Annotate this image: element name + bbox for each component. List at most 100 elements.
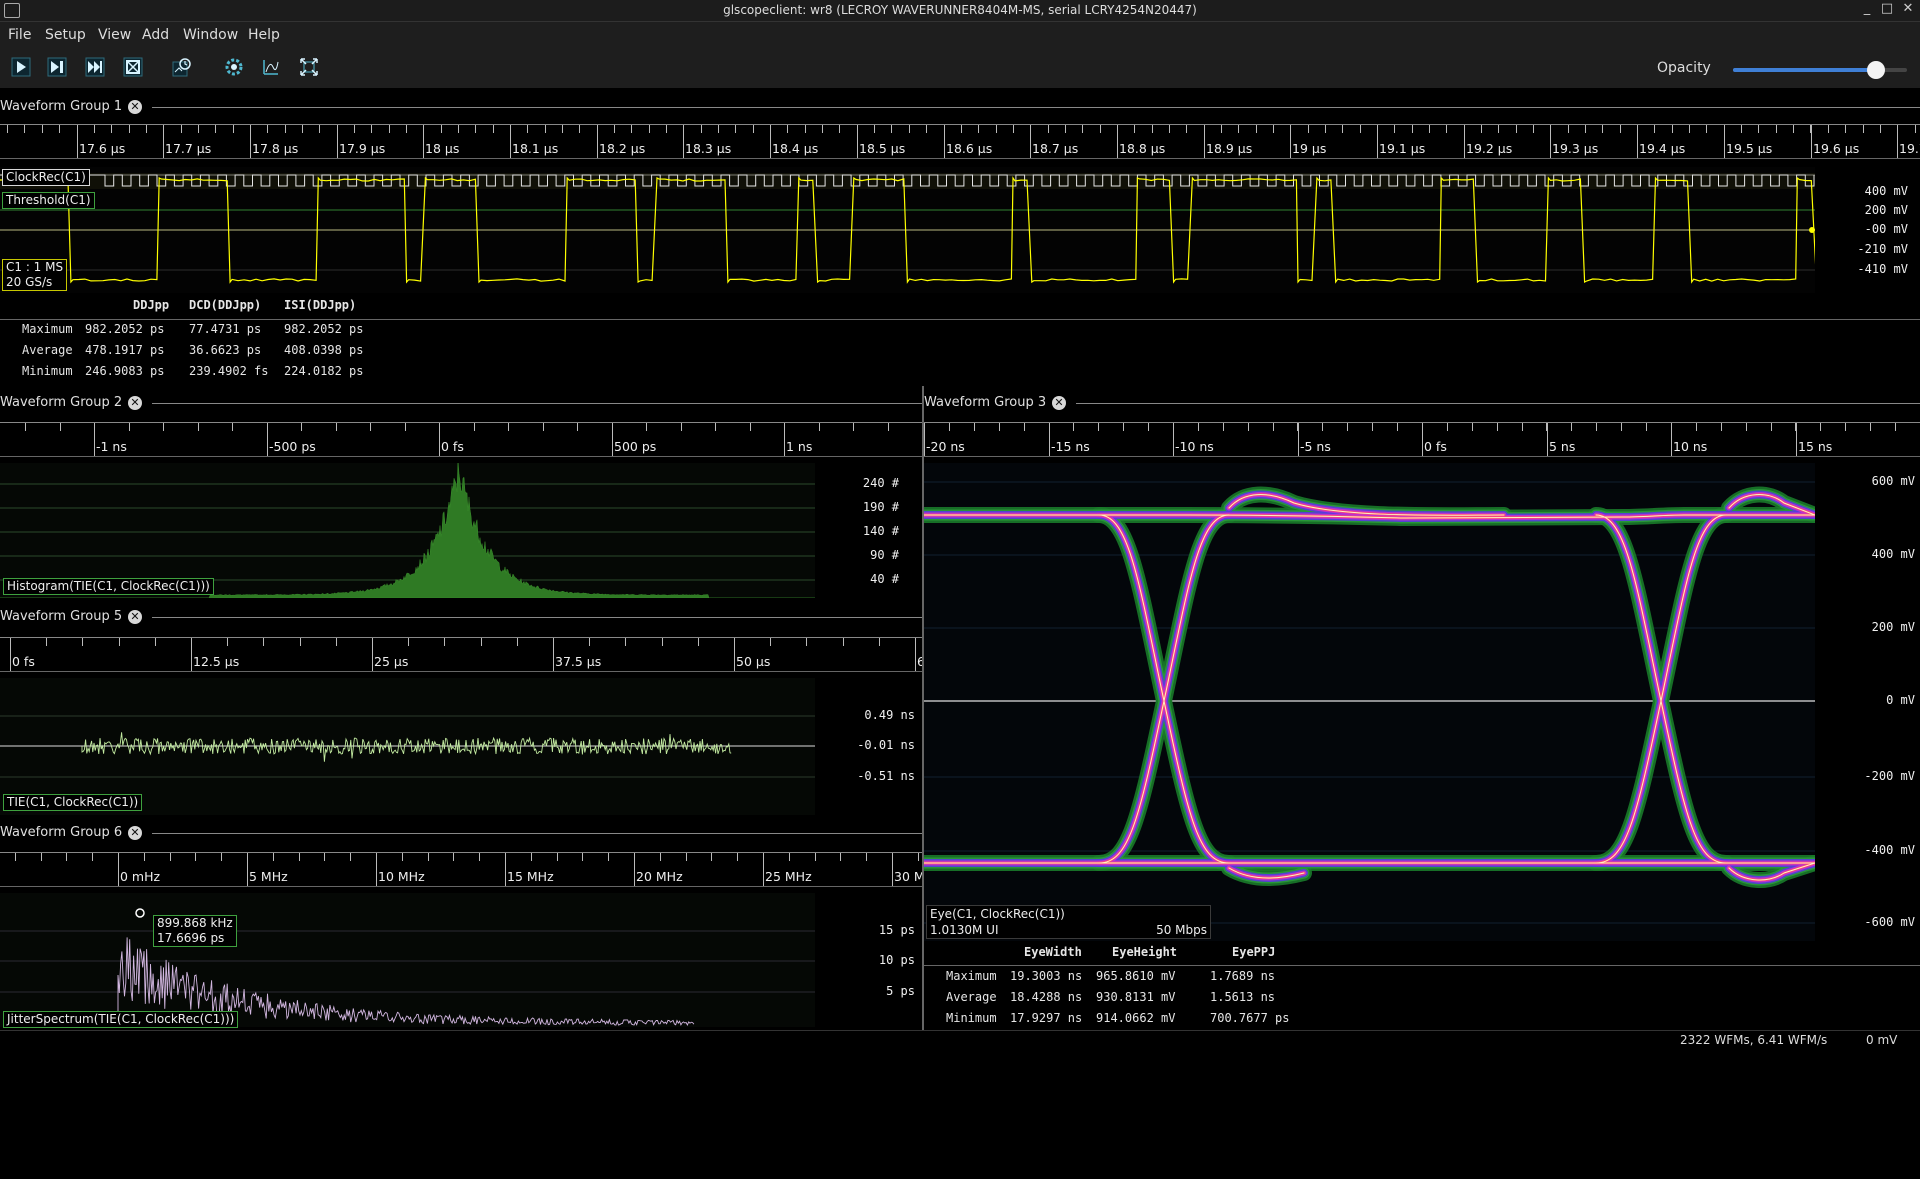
timeline-label: 15 MHz xyxy=(507,869,554,884)
eye-tag[interactable]: Eye(C1, ClockRec(C1)) 1.0130M UI 50 Mbps xyxy=(926,905,1211,939)
threshold-tag[interactable]: Threshold(C1) xyxy=(2,192,95,209)
timeline-major-tick xyxy=(944,125,945,158)
fullscreen-icon[interactable] xyxy=(297,55,321,79)
timeline-tick xyxy=(300,638,301,646)
timeline-group-2[interactable]: -1 ns -500 ps 0 fs 500 ps 1 ns xyxy=(0,422,922,457)
spectrum-area[interactable] xyxy=(0,893,815,1027)
y-axis-group-2[interactable]: 240 # 190 # 140 # 90 # 40 # xyxy=(815,463,922,598)
row-label: Average xyxy=(946,990,997,1004)
measurement-value: 700.7677 ps xyxy=(1210,1011,1290,1025)
timeline-tick xyxy=(750,423,751,431)
divider xyxy=(152,617,922,618)
close-group-icon[interactable]: ✕ xyxy=(128,100,142,114)
timeline-tick xyxy=(408,638,409,646)
timeline-tick xyxy=(625,638,626,646)
timeline-tick xyxy=(681,423,682,431)
timeline-tick xyxy=(1447,423,1448,431)
timeline-group-1[interactable]: 17.6 µs 17.7 µs 17.8 µs 17.9 µs 18 µs 18.1 µs… xyxy=(0,124,1920,159)
menu-file[interactable]: File xyxy=(8,27,31,43)
y-axis-label: 0.49 ns xyxy=(864,708,915,722)
timeline-tick xyxy=(146,125,147,133)
timeline-tick xyxy=(579,125,580,133)
timeline-tick xyxy=(1082,125,1083,133)
timeline-tick xyxy=(1013,125,1014,133)
timeline-label: 18.3 µs xyxy=(685,141,732,156)
close-group-icon[interactable]: ✕ xyxy=(128,396,142,410)
maximize-button[interactable]: □ xyxy=(1878,1,1896,16)
close-window-button[interactable]: ✕ xyxy=(1899,1,1917,16)
stop-icon[interactable] xyxy=(121,55,145,79)
y-axis-group-3[interactable]: 600 mV 400 mV 200 mV 0 mV -200 mV -400 mV -600… xyxy=(1815,463,1920,941)
measurement-header: EyeWidth xyxy=(1024,945,1082,959)
cursor-voltage: 0 mV xyxy=(1866,1033,1898,1047)
single-icon[interactable] xyxy=(45,55,69,79)
y-axis-group-1[interactable]: 400 mV 200 mV -00 mV -210 mV -410 mV xyxy=(1815,167,1920,293)
timeline-tick xyxy=(1522,423,1523,431)
force-icon[interactable] xyxy=(83,55,107,79)
y-axis-label: -00 mV xyxy=(1864,222,1908,236)
timeline-major-tick xyxy=(376,853,377,886)
timeline-tick xyxy=(1498,125,1499,133)
timeline-tick xyxy=(660,853,661,861)
timeline-tick xyxy=(1741,125,1742,133)
timeline-tick xyxy=(1672,125,1673,133)
y-axis-label: 190 # xyxy=(862,500,899,514)
tie-tag[interactable]: TIE(C1, ClockRec(C1)) xyxy=(3,794,143,811)
close-group-icon[interactable]: ✕ xyxy=(128,610,142,624)
waveform-area-group-1[interactable] xyxy=(0,167,1815,293)
timeline-tick xyxy=(1048,125,1049,133)
start-icon[interactable] xyxy=(9,55,33,79)
timeline-major-tick xyxy=(734,638,735,671)
timeline-major-tick xyxy=(770,125,771,158)
timeline-tick xyxy=(1845,125,1846,133)
y-axis-label: -0.01 ns xyxy=(857,738,915,752)
menu-bar: File Setup View Add Window Help xyxy=(0,22,1920,46)
timeline-tick xyxy=(1621,423,1622,431)
timeline-tick xyxy=(1148,423,1149,431)
timeline-group-3[interactable]: -20 ns -15 ns -10 ns -5 ns 0 fs 5 ns 10 ns 15 n… xyxy=(924,422,1920,457)
timeline-group-6[interactable]: 0 mHz 5 MHz 10 MHz 15 MHz 20 MHz 25 MHz 30 M xyxy=(0,852,922,887)
timeline-label: -500 ps xyxy=(269,439,316,454)
timeline-major-tick xyxy=(1671,423,1672,456)
measurement-value: 239.4902 fs xyxy=(189,364,269,378)
jitter-spectrum-tag[interactable]: JitterSpectrum(TIE(C1, ClockRec(C1))) xyxy=(3,1011,239,1028)
timeline-tick xyxy=(474,423,475,431)
measurement-value: 982.2052 ps xyxy=(284,322,364,336)
eye-diagram-area[interactable] xyxy=(924,463,1815,941)
histogram-tag[interactable]: Histogram(TIE(C1, ClockRec(C1))) xyxy=(3,578,214,595)
timeline-tick xyxy=(562,125,563,133)
menu-help[interactable]: Help xyxy=(248,27,280,43)
opacity-slider[interactable] xyxy=(1733,61,1907,79)
timeline-tick xyxy=(15,853,16,861)
channel-c1-tag[interactable]: C1 : 1 MS 20 GS/s xyxy=(2,259,68,291)
close-group-icon[interactable]: ✕ xyxy=(1052,396,1066,410)
timeline-tick xyxy=(996,125,997,133)
timeline-tick xyxy=(1689,125,1690,133)
timeline-tick xyxy=(1098,423,1099,431)
history-icon[interactable] xyxy=(170,55,194,79)
clockrec-tag[interactable]: ClockRec(C1) xyxy=(2,169,90,186)
menu-view[interactable]: View xyxy=(98,27,131,43)
cursor-marker[interactable] xyxy=(135,908,145,918)
refresh-icon[interactable] xyxy=(222,55,246,79)
close-group-icon[interactable]: ✕ xyxy=(128,826,142,840)
timeline-tick xyxy=(1024,423,1025,431)
timeline-label: 18.9 µs xyxy=(1206,141,1253,156)
menu-setup[interactable]: Setup xyxy=(45,27,86,43)
timeline-tick xyxy=(1238,125,1239,133)
timeline-label: 0 fs xyxy=(1424,439,1447,454)
y-axis-group-5[interactable]: 0.49 ns -0.01 ns -0.51 ns xyxy=(815,678,922,815)
timeline-major-tick xyxy=(1550,125,1551,158)
timeline-tick xyxy=(41,853,42,861)
timeline-major-tick xyxy=(784,423,785,456)
timeline-tick xyxy=(711,853,712,861)
minimize-button[interactable]: _ xyxy=(1858,1,1876,16)
timeline-tick xyxy=(891,125,892,133)
clear-sweeps-icon[interactable] xyxy=(259,55,283,79)
menu-add[interactable]: Add xyxy=(142,27,169,43)
menu-window[interactable]: Window xyxy=(183,27,238,43)
opacity-slider-handle[interactable] xyxy=(1866,61,1885,79)
timeline-label: 19 µs xyxy=(1292,141,1327,156)
timeline-group-5[interactable]: 0 fs12.5 µs25 µs37.5 µs50 µs6 xyxy=(0,637,922,672)
y-axis-group-6[interactable]: 15 ps 10 ps 5 ps xyxy=(815,893,922,1027)
